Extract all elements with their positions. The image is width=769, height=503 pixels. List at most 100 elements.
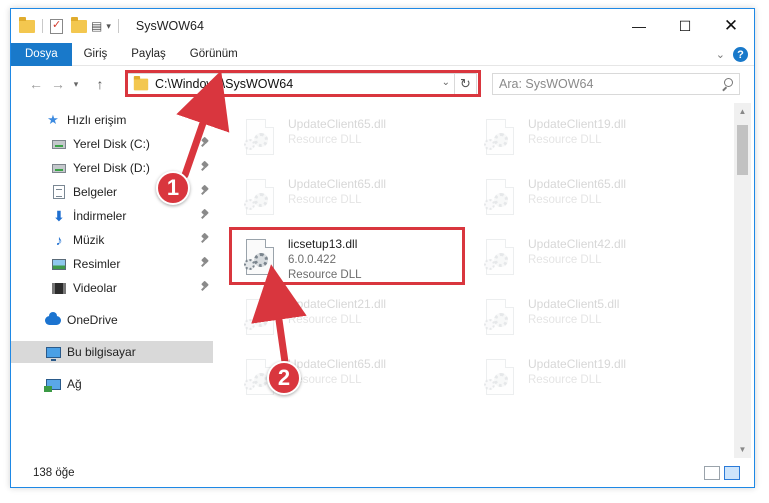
sidebar-item-label: Hızlı erişim <box>67 113 127 127</box>
onedrive-icon <box>45 311 61 328</box>
toolbar-divider <box>42 19 43 33</box>
dll-file-icon <box>482 359 518 401</box>
pin-icon[interactable] <box>200 258 210 268</box>
sidebar-item-quick-access[interactable]: ★ Hızlı erişim <box>11 109 216 131</box>
dll-file-icon <box>482 119 518 161</box>
tab-view[interactable]: Görünüm <box>178 43 250 66</box>
dll-file-icon <box>482 299 518 341</box>
sidebar-item-pictures[interactable]: Resimler <box>11 253 216 275</box>
sidebar-item-videos[interactable]: Videolar <box>11 277 216 299</box>
pin-icon[interactable] <box>200 138 210 148</box>
file-type: Resource DLL <box>528 254 602 266</box>
folder-icon <box>19 16 35 33</box>
documents-icon <box>51 184 67 200</box>
tab-home[interactable]: Giriş <box>72 43 120 66</box>
sidebar-item-network[interactable]: Ağ <box>11 373 216 395</box>
search-placeholder[interactable]: Ara: SysWOW64 <box>499 77 593 91</box>
file-item[interactable]: UpdateClient42.dll Resource DLL <box>456 231 686 287</box>
downloads-icon: ⬇ <box>53 207 65 224</box>
pin-icon[interactable] <box>200 186 210 196</box>
status-bar: 138 öğe <box>11 459 754 487</box>
videos-icon <box>51 280 67 296</box>
help-icon[interactable]: ? <box>733 47 748 62</box>
forward-arrow-icon[interactable]: → <box>47 73 69 95</box>
expand-ribbon-chevron-icon[interactable]: ⌄ <box>716 48 725 61</box>
tab-share[interactable]: Paylaş <box>119 43 178 66</box>
pin-icon[interactable] <box>200 210 210 220</box>
file-item[interactable]: UpdateClient21.dll Resource DLL <box>216 291 446 347</box>
vertical-scrollbar[interactable]: ▲ ▼ <box>734 103 751 458</box>
sidebar-item-this-pc[interactable]: Bu bilgisayar <box>11 341 213 363</box>
file-item[interactable]: UpdateClient19.dll Resource DLL <box>456 351 686 407</box>
back-arrow-icon[interactable]: ← <box>25 73 47 95</box>
title-bar: ▤ ▾ SysWOW64 — ☐ ✕ <box>11 9 754 43</box>
customize-toolbar-chevron-icon[interactable]: ▾ <box>106 21 111 32</box>
sidebar-item-label: Yerel Disk (D:) <box>73 161 150 175</box>
sidebar-item-label: Videolar <box>73 281 117 295</box>
pin-icon[interactable] <box>200 234 210 244</box>
address-highlight-box <box>125 70 481 97</box>
file-type: Resource DLL <box>528 134 602 146</box>
file-type: Resource DLL <box>528 194 602 206</box>
scroll-up-arrow-icon[interactable]: ▲ <box>734 103 751 120</box>
sidebar-item-local-disk-c[interactable]: Yerel Disk (C:) <box>11 133 216 155</box>
pin-icon[interactable] <box>200 162 210 172</box>
window-title: SysWOW64 <box>135 19 204 33</box>
sidebar-item-label: Belgeler <box>73 185 118 199</box>
recent-locations-chevron-icon[interactable]: ▾ <box>69 73 83 95</box>
file-highlight-box <box>229 227 465 285</box>
tiles-view-icon[interactable] <box>724 466 740 480</box>
properties-icon[interactable] <box>50 18 63 34</box>
new-folder-icon[interactable] <box>71 16 87 33</box>
toolbar-divider <box>117 19 119 33</box>
file-name: UpdateClient65.dll <box>528 177 627 191</box>
maximize-button[interactable]: ☐ <box>662 9 708 43</box>
ribbon-tabs: Dosya Giriş Paylaş Görünüm ⌄ ? <box>11 42 754 66</box>
pictures-icon <box>51 256 67 272</box>
sidebar-item-label: Bu bilgisayar <box>67 345 136 359</box>
scroll-down-arrow-icon[interactable]: ▼ <box>734 441 751 458</box>
drive-icon <box>51 160 67 176</box>
file-type: Resource DLL <box>528 314 602 326</box>
step-1-badge: 1 <box>156 171 190 205</box>
details-view-icon[interactable] <box>704 466 720 480</box>
sidebar-item-label: Yerel Disk (C:) <box>73 137 150 151</box>
network-icon <box>43 376 61 392</box>
sidebar-item-label: Ağ <box>67 377 82 391</box>
file-item[interactable]: UpdateClient65.dll Resource DLL <box>456 171 686 227</box>
file-item[interactable]: UpdateClient19.dll Resource DLL <box>456 111 686 167</box>
file-name: UpdateClient65.dll <box>288 117 387 131</box>
dll-file-icon <box>482 239 518 281</box>
file-name: UpdateClient42.dll <box>528 237 627 251</box>
tab-file[interactable]: Dosya <box>11 42 72 66</box>
sidebar-item-label: Müzik <box>73 233 105 247</box>
up-arrow-icon[interactable]: ↑ <box>89 73 111 95</box>
sidebar-item-label: OneDrive <box>67 313 118 327</box>
file-name: UpdateClient19.dll <box>528 357 627 371</box>
scrollbar-thumb[interactable] <box>737 125 748 175</box>
window-controls: — ☐ ✕ <box>616 9 754 43</box>
file-item[interactable]: UpdateClient65.dll Resource DLL <box>216 171 446 227</box>
sidebar-item-music[interactable]: ♪ Müzik <box>11 229 216 251</box>
file-item[interactable]: UpdateClient5.dll Resource DLL <box>456 291 686 347</box>
star-icon: ★ <box>47 112 59 127</box>
minimize-button[interactable]: — <box>616 9 662 43</box>
sidebar-item-downloads[interactable]: ⬇ İndirmeler <box>11 205 216 227</box>
search-box[interactable]: Ara: SysWOW64 <box>492 73 740 95</box>
file-item[interactable]: UpdateClient65.dll Resource DLL <box>216 351 446 407</box>
sidebar-item-onedrive[interactable]: OneDrive <box>11 309 216 331</box>
navigation-pane: ★ Hızlı erişim Yerel Disk (C:) Yerel Dis… <box>11 103 216 458</box>
drive-icon <box>51 136 67 152</box>
dll-file-icon <box>482 179 518 221</box>
quick-access-toolbar: ▤ ▾ <box>11 9 122 43</box>
file-type: Resource DLL <box>528 374 602 386</box>
undo-icon[interactable]: ▤ <box>91 19 102 33</box>
file-item[interactable]: UpdateClient65.dll Resource DLL <box>216 111 446 167</box>
dll-file-icon <box>242 299 278 341</box>
dll-file-icon <box>242 119 278 161</box>
this-pc-icon <box>45 344 61 361</box>
close-button[interactable]: ✕ <box>708 9 754 43</box>
file-name: UpdateClient21.dll <box>288 297 387 311</box>
sidebar-item-label: İndirmeler <box>73 209 127 223</box>
pin-icon[interactable] <box>200 282 210 292</box>
